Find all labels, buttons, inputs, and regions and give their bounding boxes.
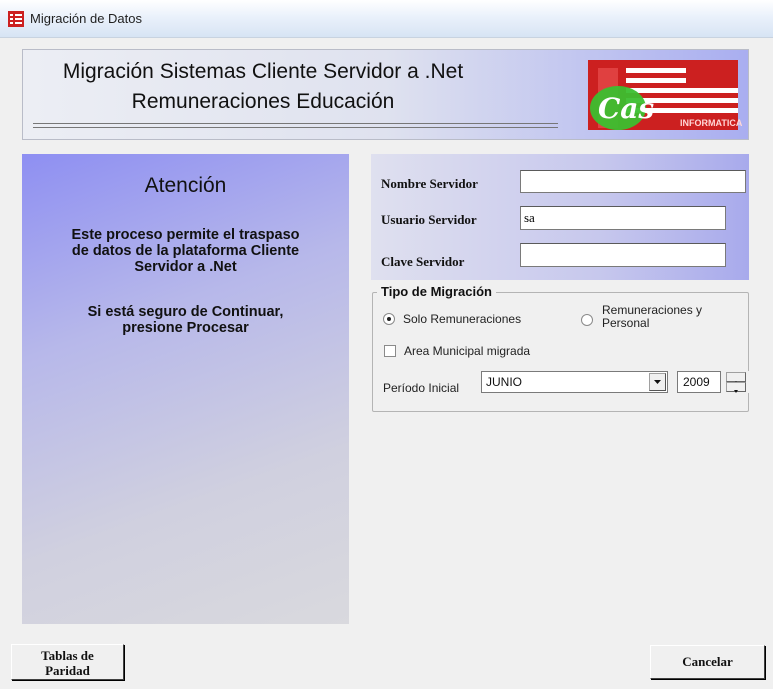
radio-label: Personal: [602, 316, 650, 330]
app-icon: [8, 11, 24, 27]
municipal-checkbox[interactable]: Area Municipal migrada: [384, 344, 544, 360]
year-input[interactable]: 2009: [677, 371, 721, 393]
window-title: Migración de Datos: [30, 11, 142, 26]
server-name-input[interactable]: [520, 170, 746, 193]
spin-up-button[interactable]: [726, 372, 746, 384]
company-logo: INFORMATICA Cas: [568, 56, 746, 136]
month-select[interactable]: JUNIO: [481, 371, 668, 393]
radio-solo-remuneraciones[interactable]: Solo Remuneraciones: [383, 311, 543, 327]
server-name-label: Nombre Servidor: [381, 176, 478, 191]
server-password-input[interactable]: [520, 243, 726, 267]
migration-type-title: Tipo de Migración: [377, 284, 496, 299]
radio-remuneraciones-personal[interactable]: Remuneraciones y Personal: [581, 303, 731, 335]
title-bar: Migración de Datos: [0, 0, 773, 38]
button-label: Tablas de: [41, 648, 94, 663]
dropdown-button[interactable]: [649, 373, 666, 391]
checkbox-label: Area Municipal migrada: [404, 344, 531, 358]
banner-divider: [33, 127, 558, 128]
info-description: Este proceso permite el traspaso de dato…: [71, 227, 300, 275]
year-value: 2009: [683, 375, 710, 389]
info-panel: Atención Este proceso permite el traspas…: [22, 154, 349, 624]
tables-parity-button[interactable]: Tablas de Paridad: [11, 644, 124, 680]
checkbox[interactable]: [384, 345, 396, 357]
server-user-input[interactable]: [520, 206, 726, 230]
radio-button[interactable]: [581, 314, 593, 326]
spin-down-button[interactable]: [726, 382, 746, 393]
info-title: Atención: [144, 174, 227, 197]
header-banner: Migración Sistemas Cliente Servidor a .N…: [22, 49, 749, 140]
logo-text: INFORMATICA: [680, 118, 743, 128]
radio-button-selected[interactable]: [383, 313, 395, 325]
server-password-label: Clave Servidor: [381, 254, 465, 269]
credentials-panel: Nombre Servidor Usuario Servidor Clave S…: [371, 154, 749, 280]
banner-divider: [33, 123, 558, 124]
info-instruction: Si está seguro de Continuar, presione Pr…: [87, 304, 284, 336]
logo-letters: Cas: [598, 92, 654, 125]
banner-subtitle: Remuneraciones Educación: [131, 90, 395, 113]
banner-title: Migración Sistemas Cliente Servidor a .N…: [62, 60, 464, 83]
cancel-button[interactable]: Cancelar: [650, 645, 765, 679]
arrow-down-icon: [734, 390, 738, 393]
button-label: Paridad: [45, 663, 90, 678]
year-spinner[interactable]: [723, 371, 749, 393]
period-label: Período Inicial: [383, 381, 460, 395]
month-value: JUNIO: [486, 375, 522, 389]
radio-label: Solo Remuneraciones: [403, 312, 522, 326]
server-user-label: Usuario Servidor: [381, 212, 477, 227]
radio-label: Remuneraciones y: [602, 303, 703, 317]
chevron-down-icon: [654, 380, 661, 384]
